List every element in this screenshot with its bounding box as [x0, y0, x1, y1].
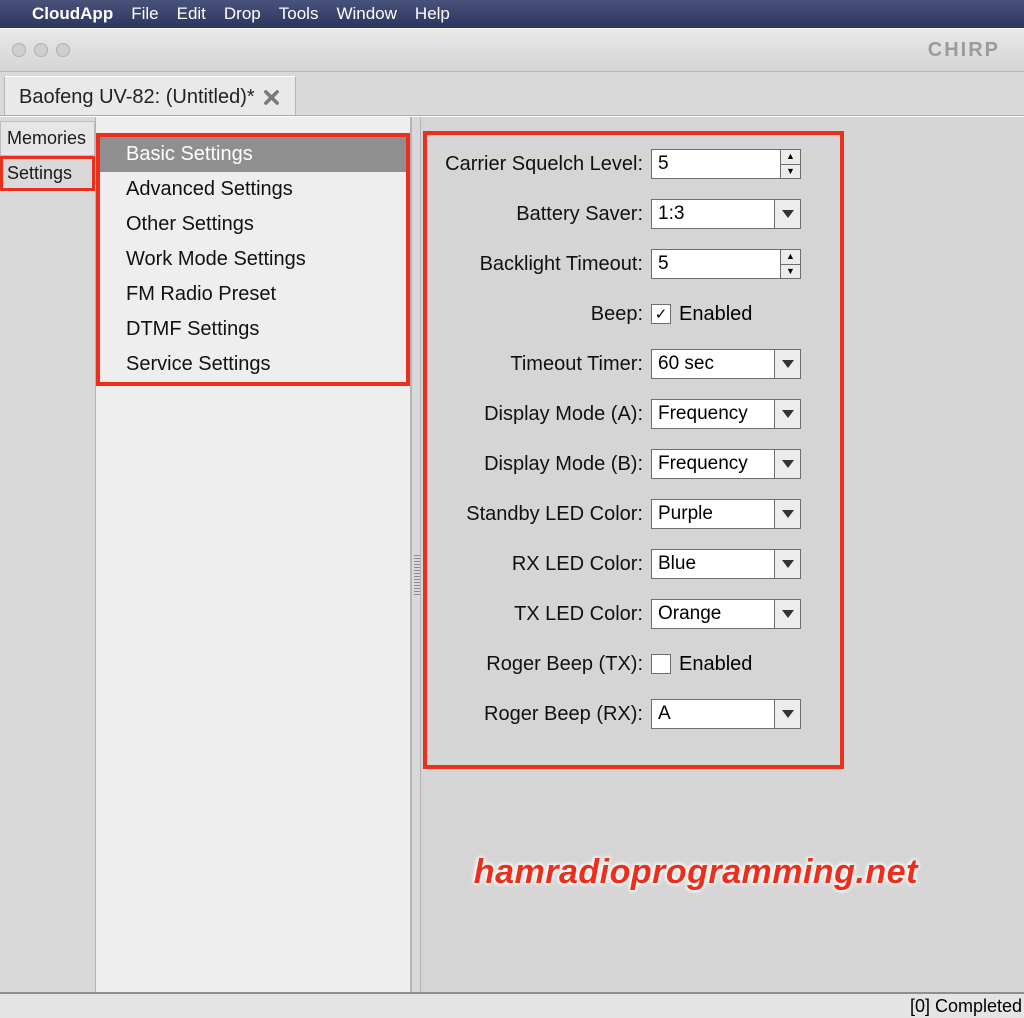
spinner-buttons[interactable]: ▲▼: [780, 150, 800, 178]
category-fm-radio-preset[interactable]: FM Radio Preset: [100, 277, 406, 312]
spinner-buttons[interactable]: ▲▼: [780, 250, 800, 278]
carrier-squelch-spinner[interactable]: 5 ▲▼: [651, 149, 801, 179]
menu-window[interactable]: Window: [336, 4, 396, 24]
menu-drop[interactable]: Drop: [224, 4, 261, 24]
battery-saver-select[interactable]: 1:3: [651, 199, 801, 229]
label: RX LED Color:: [429, 553, 651, 576]
row-tx-led: TX LED Color: Orange: [429, 589, 838, 639]
row-roger-beep-rx: Roger Beep (RX): A: [429, 689, 838, 739]
left-tab-list: Memories Settings: [0, 117, 96, 992]
status-bar: [0] Completed: [0, 992, 1024, 1018]
value: Orange: [658, 603, 721, 625]
category-service-settings[interactable]: Service Settings: [100, 347, 406, 382]
status-text: [0] Completed: [910, 996, 1022, 1017]
value: Blue: [658, 553, 696, 575]
label: Timeout Timer:: [429, 353, 651, 376]
chevron-down-icon: [774, 200, 800, 228]
label: Display Mode (A):: [429, 403, 651, 426]
settings-form-pane: Carrier Squelch Level: 5 ▲▼ Battery Save…: [421, 117, 1024, 992]
value: A: [658, 703, 671, 725]
tx-led-select[interactable]: Orange: [651, 599, 801, 629]
document-tab[interactable]: Baofeng UV-82: (Untitled)*: [4, 76, 296, 115]
row-roger-beep-tx: Roger Beep (TX): Enabled: [429, 639, 838, 689]
traffic-min[interactable]: [34, 43, 48, 57]
value: Frequency: [658, 403, 748, 425]
timeout-timer-select[interactable]: 60 sec: [651, 349, 801, 379]
row-backlight-timeout: Backlight Timeout: 5 ▲▼: [429, 239, 838, 289]
category-advanced-settings[interactable]: Advanced Settings: [100, 172, 406, 207]
window-title: CHIRP: [928, 39, 1000, 62]
menu-tools[interactable]: Tools: [279, 4, 319, 24]
roger-tx-checkbox[interactable]: [651, 654, 671, 674]
value: 1:3: [658, 203, 684, 225]
traffic-zoom[interactable]: [56, 43, 70, 57]
menubar-app-name[interactable]: CloudApp: [32, 4, 113, 24]
label: Display Mode (B):: [429, 453, 651, 476]
value: Frequency: [658, 453, 748, 475]
chevron-down-icon: [774, 600, 800, 628]
rx-led-select[interactable]: Blue: [651, 549, 801, 579]
category-other-settings[interactable]: Other Settings: [100, 207, 406, 242]
row-timeout-timer: Timeout Timer: 60 sec: [429, 339, 838, 389]
row-rx-led: RX LED Color: Blue: [429, 539, 838, 589]
category-basic-settings[interactable]: Basic Settings: [100, 137, 406, 172]
beep-checkbox[interactable]: ✓: [651, 304, 671, 324]
watermark-text: hamradioprogramming.net: [474, 853, 918, 892]
backlight-timeout-spinner[interactable]: 5 ▲▼: [651, 249, 801, 279]
value: 60 sec: [658, 353, 714, 375]
menu-file[interactable]: File: [131, 4, 158, 24]
chevron-down-icon: [774, 500, 800, 528]
document-tab-strip: Baofeng UV-82: (Untitled)*: [0, 72, 1024, 116]
roger-tx-check-label: Enabled: [679, 653, 752, 676]
main-body: Memories Settings Basic Settings Advance…: [0, 116, 1024, 992]
settings-form-highlight: Carrier Squelch Level: 5 ▲▼ Battery Save…: [423, 131, 844, 769]
tab-settings[interactable]: Settings: [0, 156, 95, 191]
row-display-mode-a: Display Mode (A): Frequency: [429, 389, 838, 439]
chevron-down-icon: [774, 450, 800, 478]
label: Battery Saver:: [429, 203, 651, 226]
settings-category-pane: Basic Settings Advanced Settings Other S…: [96, 117, 411, 992]
chevron-down-icon: [774, 550, 800, 578]
row-beep: Beep: ✓ Enabled: [429, 289, 838, 339]
label: Beep:: [429, 303, 651, 326]
row-standby-led: Standby LED Color: Purple: [429, 489, 838, 539]
row-display-mode-b: Display Mode (B): Frequency: [429, 439, 838, 489]
display-mode-a-select[interactable]: Frequency: [651, 399, 801, 429]
label: Carrier Squelch Level:: [429, 153, 651, 176]
label: Standby LED Color:: [429, 503, 651, 526]
menu-help[interactable]: Help: [415, 4, 450, 24]
label: Roger Beep (RX):: [429, 703, 651, 726]
value: Purple: [658, 503, 713, 525]
category-work-mode-settings[interactable]: Work Mode Settings: [100, 242, 406, 277]
close-icon[interactable]: [263, 88, 281, 106]
chevron-down-icon: [774, 700, 800, 728]
mac-menubar: CloudApp File Edit Drop Tools Window Hel…: [0, 0, 1024, 28]
label: Roger Beep (TX):: [429, 653, 651, 676]
document-tab-label: Baofeng UV-82: (Untitled)*: [19, 86, 255, 109]
pane-splitter[interactable]: [411, 117, 421, 992]
value: 5: [658, 253, 669, 275]
chevron-down-icon: [774, 350, 800, 378]
row-carrier-squelch: Carrier Squelch Level: 5 ▲▼: [429, 139, 838, 189]
settings-category-highlight: Basic Settings Advanced Settings Other S…: [96, 133, 410, 386]
label: Backlight Timeout:: [429, 253, 651, 276]
chevron-down-icon: [774, 400, 800, 428]
display-mode-b-select[interactable]: Frequency: [651, 449, 801, 479]
roger-rx-select[interactable]: A: [651, 699, 801, 729]
traffic-close[interactable]: [12, 43, 26, 57]
tab-memories[interactable]: Memories: [0, 121, 95, 156]
label: TX LED Color:: [429, 603, 651, 626]
menu-edit[interactable]: Edit: [177, 4, 206, 24]
beep-check-label: Enabled: [679, 303, 752, 326]
category-dtmf-settings[interactable]: DTMF Settings: [100, 312, 406, 347]
window-titlebar: CHIRP: [0, 28, 1024, 72]
row-battery-saver: Battery Saver: 1:3: [429, 189, 838, 239]
standby-led-select[interactable]: Purple: [651, 499, 801, 529]
value: 5: [658, 153, 669, 175]
